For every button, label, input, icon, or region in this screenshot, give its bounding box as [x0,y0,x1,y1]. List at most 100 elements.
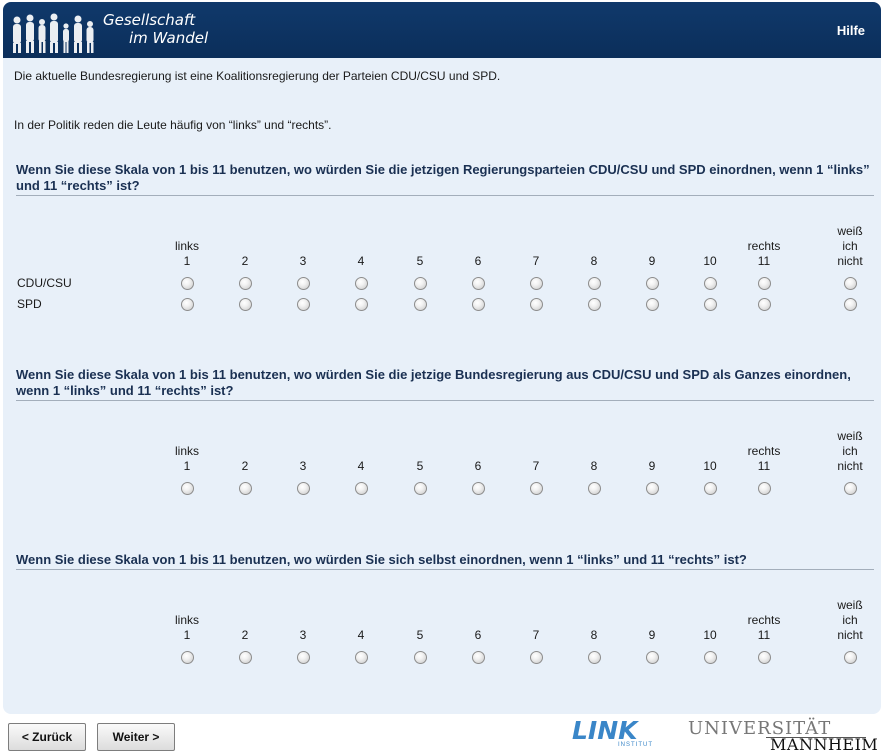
radio-option-10[interactable] [704,298,717,311]
scale-header-dont-know: weiß ich nicht [820,224,880,269]
radio-option-3[interactable] [297,277,310,290]
scale-header-2: 2 [215,239,275,269]
radio-option-5[interactable] [414,298,427,311]
radio-option-11[interactable] [758,482,771,495]
scale-header-label [448,613,508,628]
radio-option-6[interactable] [472,482,485,495]
scale-header-number: 5 [416,459,424,473]
radio-option-4[interactable] [355,651,368,664]
scale-header-5: 5 [390,444,450,474]
radio-option-3[interactable] [297,482,310,495]
radio-option-5[interactable] [414,651,427,664]
scale-header-5: 5 [390,613,450,643]
radio-option-2[interactable] [239,277,252,290]
scale-header-7: 7 [506,239,566,269]
scale-header-number: 10 [703,628,717,642]
radio-option-6[interactable] [472,298,485,311]
scale-header-number: 10 [703,254,717,268]
scale-header-number: 10 [703,459,717,473]
radio-option-dont-know[interactable] [844,651,857,664]
radio-option-8[interactable] [588,277,601,290]
radio-option-2[interactable] [239,482,252,495]
question-2-text: Wenn Sie diese Skala von 1 bis 11 benutz… [16,367,874,401]
radio-option-6[interactable] [472,277,485,290]
radio-option-1[interactable] [181,482,194,495]
radio-option-8[interactable] [588,651,601,664]
radio-option-10[interactable] [704,651,717,664]
radio-option-2[interactable] [239,298,252,311]
scale-header-9: 9 [622,444,682,474]
scale-header-6: 6 [448,239,508,269]
radio-option-10[interactable] [704,482,717,495]
scale-header-10: 10 [680,239,740,269]
scale-header-label [390,444,450,459]
scale-header-label [390,613,450,628]
radio-option-7[interactable] [530,482,543,495]
scale-header-label [680,444,740,459]
radio-option-9[interactable] [646,298,659,311]
scale-header-number: 2 [241,459,249,473]
scale-header-number: 5 [416,628,424,642]
scale-header-label [448,239,508,254]
scale-header-label [390,239,450,254]
radio-option-7[interactable] [530,277,543,290]
radio-option-10[interactable] [704,277,717,290]
radio-option-5[interactable] [414,277,427,290]
scale-header-7: 7 [506,613,566,643]
radio-option-4[interactable] [355,482,368,495]
scale-header-2: 2 [215,613,275,643]
scale-header-7: 7 [506,444,566,474]
dont-know-line2: ich [842,239,858,253]
scale-header-label [215,613,275,628]
help-link[interactable]: Hilfe [837,23,865,38]
radio-option-8[interactable] [588,482,601,495]
radio-option-11[interactable] [758,277,771,290]
scale-header-label [506,239,566,254]
radio-option-7[interactable] [530,651,543,664]
radio-option-1[interactable] [181,277,194,290]
radio-option-dont-know[interactable] [844,277,857,290]
radio-option-11[interactable] [758,651,771,664]
scale-header-number: 11 [757,254,771,268]
scale-header-number: 7 [532,459,540,473]
radio-option-9[interactable] [646,651,659,664]
radio-option-4[interactable] [355,298,368,311]
scale-header-3: 3 [273,239,333,269]
radio-option-3[interactable] [297,298,310,311]
radio-option-2[interactable] [239,651,252,664]
scale-header-number: 4 [357,628,365,642]
link-logo-sub: INSTITUT [618,742,653,748]
back-button[interactable]: < Zurück [8,723,86,751]
scale-grid-3: links 1 2 3 4 5 6 7 8 9 10 rechts 11 weiß ich… [3,598,881,694]
scale-header-label [680,239,740,254]
radio-option-5[interactable] [414,482,427,495]
radio-option-7[interactable] [530,298,543,311]
scale-header-label: rechts [747,613,781,627]
radio-option-3[interactable] [297,651,310,664]
dont-know-line1: weiß [837,429,863,443]
next-button[interactable]: Weiter > [97,723,175,751]
radio-option-dont-know[interactable] [844,482,857,495]
scale-header-label: rechts [747,239,781,253]
scale-grid-1: links 1 2 3 4 5 6 7 8 9 10 rechts 11 weiß ich… [3,224,881,320]
radio-option-11[interactable] [758,298,771,311]
dont-know-line2: ich [842,613,858,627]
radio-option-4[interactable] [355,277,368,290]
scale-header-number: 8 [590,254,598,268]
scale-header-number: 6 [474,628,482,642]
scale-header-10: 10 [680,444,740,474]
scale-header-number: 3 [299,254,307,268]
scale-header-label [680,613,740,628]
radio-option-9[interactable] [646,482,659,495]
university-mannheim-logo: UNIVERSITÄT MANNHEIM [688,718,880,754]
radio-option-1[interactable] [181,298,194,311]
intro-text-2: In der Politik reden die Leute häufig vo… [14,118,332,132]
scale-header-number: 11 [757,628,771,642]
radio-option-6[interactable] [472,651,485,664]
scale-header-label [622,239,682,254]
scale-header-label [506,613,566,628]
radio-option-9[interactable] [646,277,659,290]
radio-option-8[interactable] [588,298,601,311]
radio-option-dont-know[interactable] [844,298,857,311]
radio-option-1[interactable] [181,651,194,664]
